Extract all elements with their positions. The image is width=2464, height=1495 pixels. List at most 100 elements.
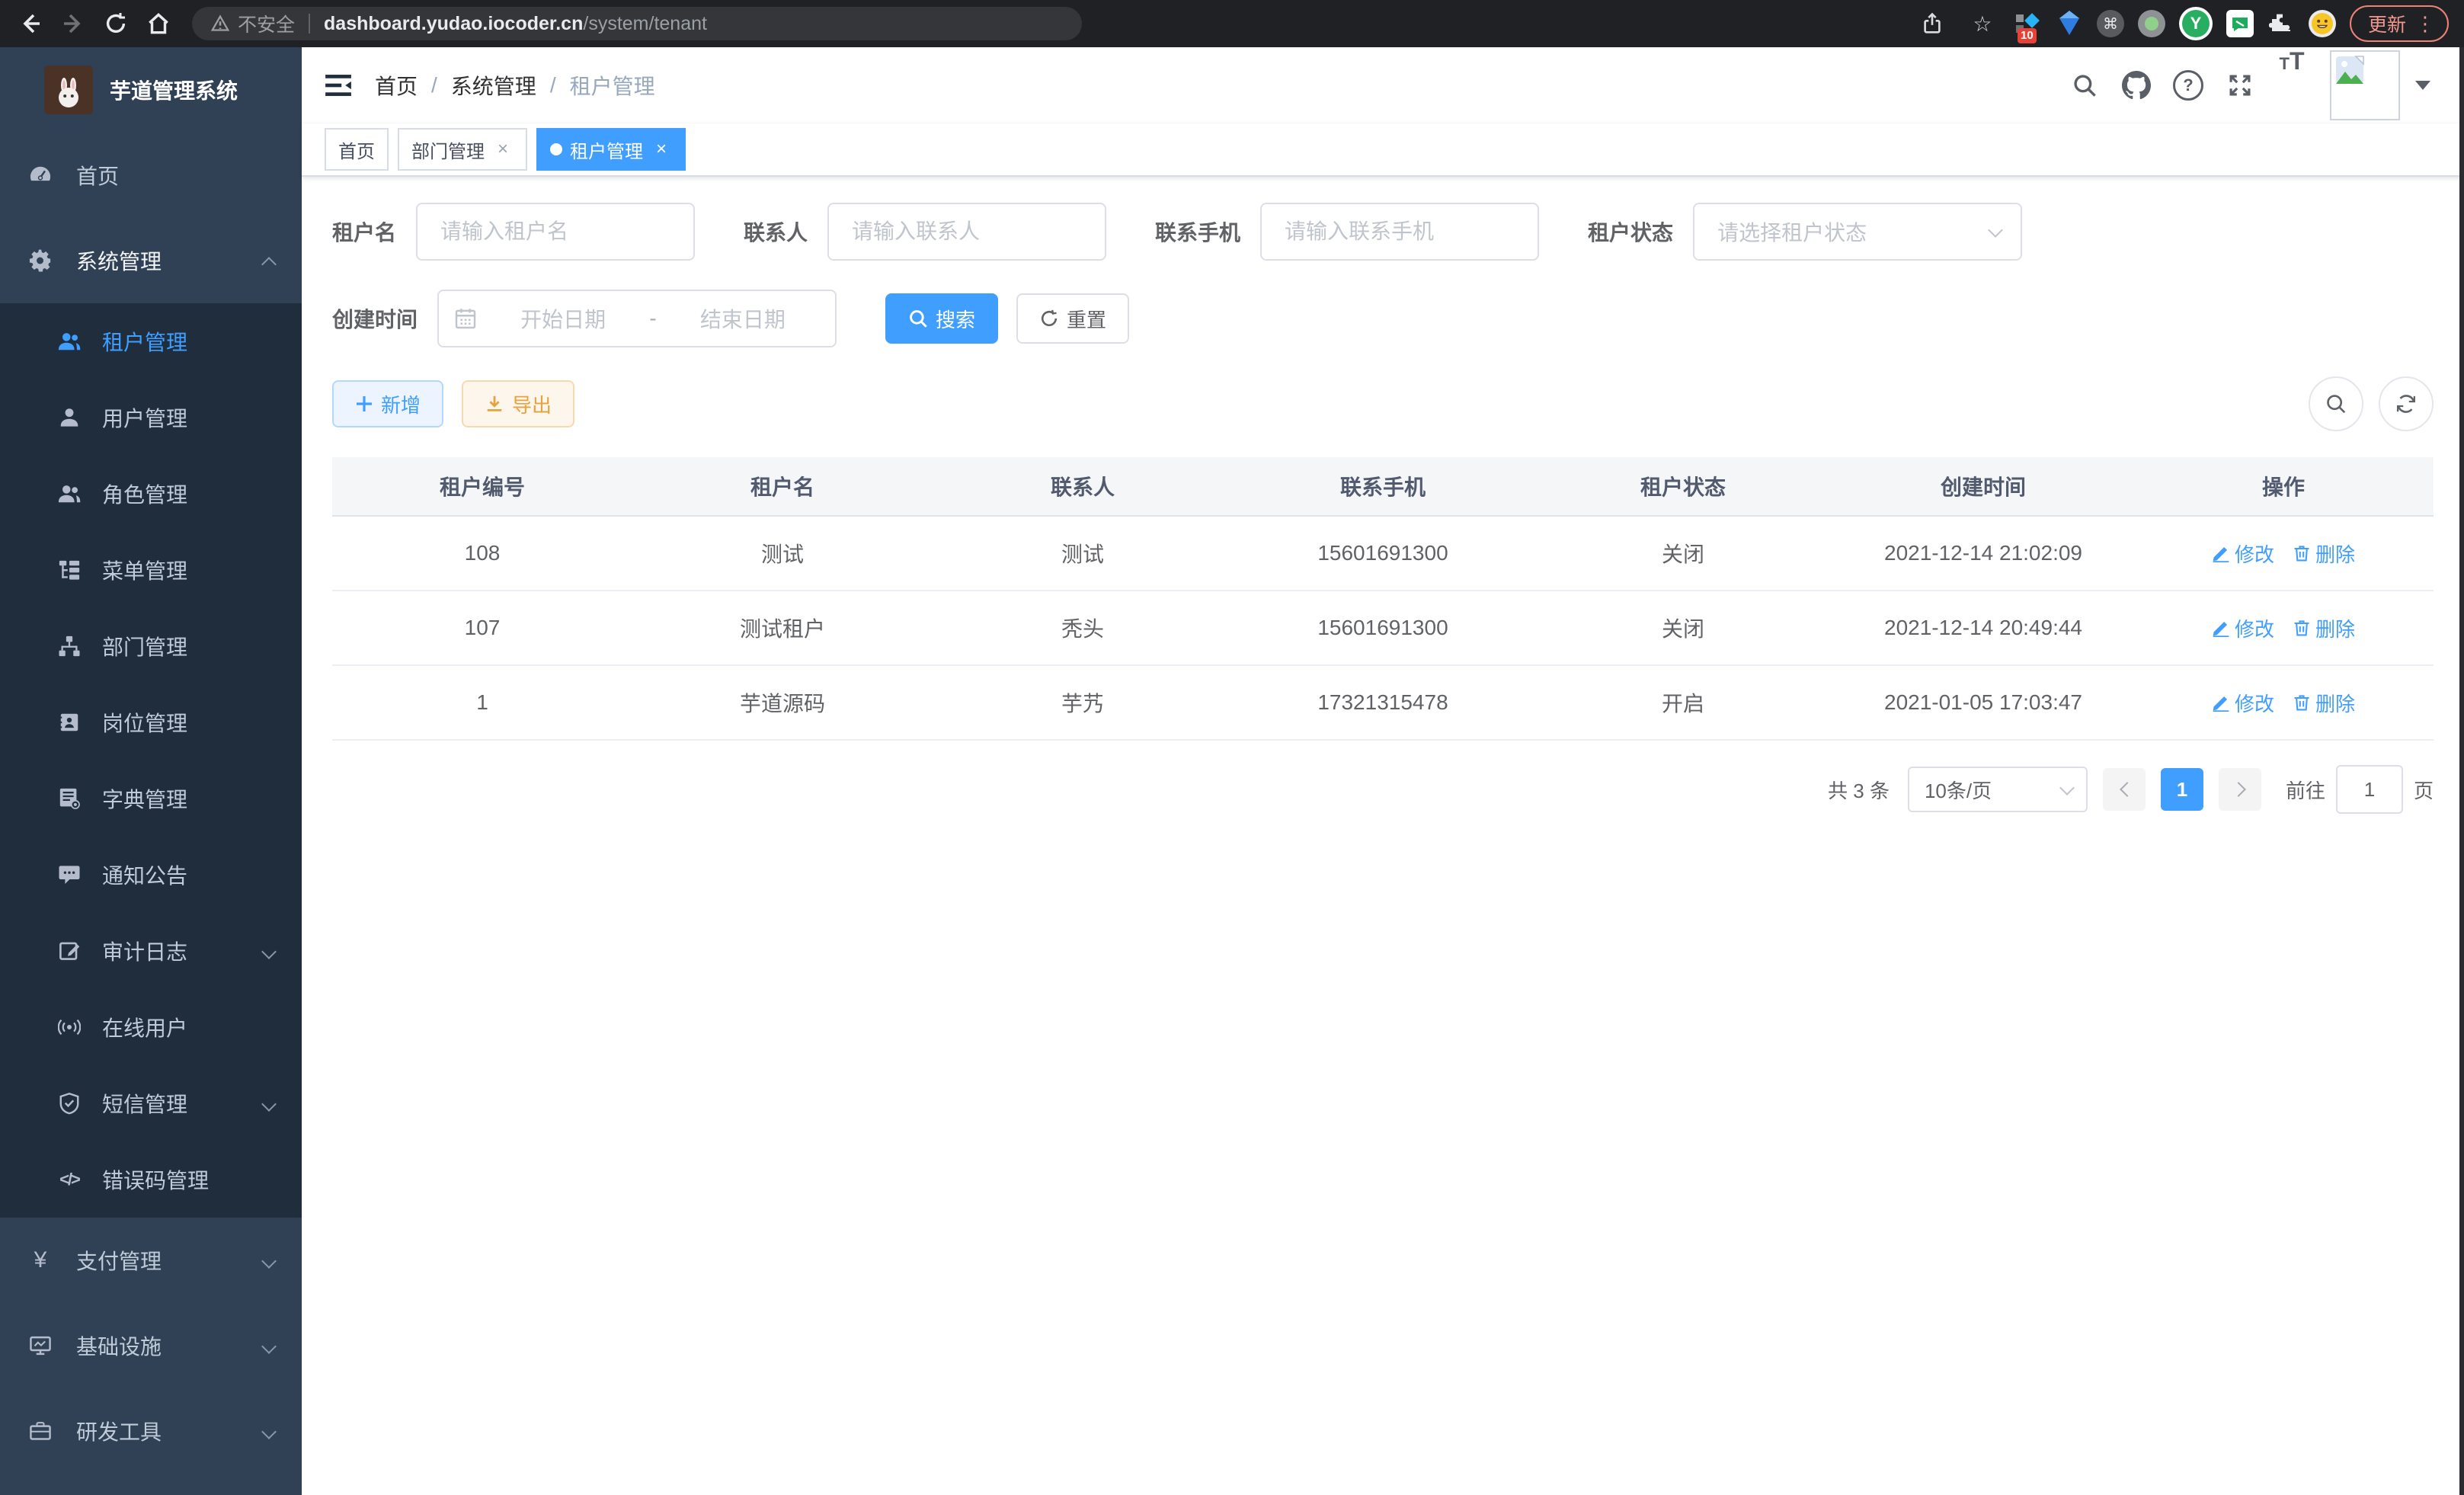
tab-dot bbox=[550, 143, 562, 155]
fullscreen-button[interactable] bbox=[2214, 47, 2266, 123]
sidebar-item-label: 审计日志 bbox=[102, 936, 262, 966]
breadcrumb-system[interactable]: 系统管理 bbox=[451, 70, 536, 101]
column-header: 租户状态 bbox=[1533, 457, 1833, 515]
kebab-menu-icon[interactable]: ⋮ bbox=[2415, 14, 2435, 34]
address-bar[interactable]: 不安全 dashboard.yudao.iocoder.cn/system/te… bbox=[192, 7, 1082, 40]
next-page-button[interactable] bbox=[2219, 768, 2261, 811]
extension-chat-icon[interactable] bbox=[2226, 10, 2254, 37]
add-button[interactable]: 新增 bbox=[332, 380, 443, 427]
sidebar-menu: 首页 系统管理 租户管理 bbox=[0, 133, 302, 1474]
edit-link[interactable]: 修改 bbox=[2212, 539, 2274, 568]
avatar-caret-icon[interactable] bbox=[2415, 81, 2430, 90]
sidebar-item-audit-log[interactable]: 审计日志 bbox=[0, 913, 302, 989]
field-label: 创建时间 bbox=[332, 303, 418, 334]
edit-link[interactable]: 修改 bbox=[2212, 689, 2274, 717]
sidebar-item-post[interactable]: 岗位管理 bbox=[0, 684, 302, 760]
delete-label: 删除 bbox=[2315, 689, 2355, 717]
tab-dept[interactable]: 部门管理 × bbox=[398, 128, 527, 171]
github-icon bbox=[2122, 71, 2151, 100]
browser-reload-button[interactable] bbox=[98, 5, 134, 42]
github-button[interactable] bbox=[2110, 47, 2162, 123]
share-button[interactable] bbox=[1914, 5, 1950, 42]
badge-icon bbox=[58, 711, 81, 734]
sidebar-fold-button[interactable] bbox=[323, 70, 354, 101]
date-range-picker[interactable]: 开始日期 - 结束日期 bbox=[437, 290, 837, 347]
sidebar-item-dict[interactable]: 字典管理 bbox=[0, 760, 302, 837]
delete-link[interactable]: 删除 bbox=[2293, 689, 2355, 717]
field-label: 联系人 bbox=[744, 216, 808, 247]
extensions-puzzle-button[interactable] bbox=[2267, 10, 2295, 37]
toggle-search-button[interactable] bbox=[2309, 376, 2363, 431]
prev-page-button[interactable] bbox=[2103, 768, 2146, 811]
mobile-input[interactable] bbox=[1262, 219, 1538, 244]
sidebar-item-notice[interactable]: 通知公告 bbox=[0, 837, 302, 913]
extension-dot-icon[interactable] bbox=[2138, 10, 2165, 37]
security-warning[interactable]: 不安全 bbox=[210, 10, 295, 37]
delete-link[interactable]: 删除 bbox=[2293, 539, 2355, 568]
reset-button[interactable]: 重置 bbox=[1016, 293, 1129, 344]
field-label: 联系手机 bbox=[1155, 216, 1240, 247]
browser-update-button[interactable]: 更新 ⋮ bbox=[2350, 5, 2449, 42]
bookmark-star-button[interactable]: ☆ bbox=[1964, 5, 2001, 42]
star-icon: ☆ bbox=[1973, 11, 1992, 37]
goto-page-input[interactable] bbox=[2336, 765, 2403, 814]
extension-gem-icon[interactable] bbox=[2056, 10, 2083, 37]
sidebar-item-devtools[interactable]: 研发工具 bbox=[0, 1388, 302, 1474]
dashboard-icon bbox=[29, 164, 52, 187]
dictionary-icon bbox=[58, 787, 81, 810]
extension-pixel-icon[interactable]: 10 bbox=[2014, 10, 2042, 37]
extension-yudao-icon[interactable]: Y bbox=[2179, 7, 2213, 40]
user-avatar[interactable] bbox=[2330, 50, 2400, 120]
header-search-button[interactable] bbox=[2059, 47, 2110, 123]
tab-tenant[interactable]: 租户管理 × bbox=[536, 128, 686, 171]
sidebar-item-sms[interactable]: 短信管理 bbox=[0, 1065, 302, 1141]
sidebar-item-tenant[interactable]: 租户管理 bbox=[0, 303, 302, 379]
sidebar-item-home[interactable]: 首页 bbox=[0, 133, 302, 218]
sidebar-item-error-code[interactable]: </> 错误码管理 bbox=[0, 1141, 302, 1218]
top-navbar: 首页 / 系统管理 / 租户管理 ? bbox=[302, 47, 2464, 123]
browser-forward-button[interactable] bbox=[55, 5, 91, 42]
forward-arrow-icon bbox=[61, 11, 85, 36]
delete-link[interactable]: 删除 bbox=[2293, 614, 2355, 642]
contact-input[interactable] bbox=[829, 219, 1105, 244]
breadcrumb-current: 租户管理 bbox=[570, 70, 655, 101]
help-button[interactable]: ? bbox=[2162, 47, 2214, 123]
search-button[interactable]: 搜索 bbox=[885, 293, 998, 344]
sidebar-item-online-user[interactable]: 在线用户 bbox=[0, 989, 302, 1065]
refresh-table-button[interactable] bbox=[2379, 376, 2434, 431]
sidebar-item-system[interactable]: 系统管理 bbox=[0, 218, 302, 303]
sidebar-item-dept[interactable]: 部门管理 bbox=[0, 608, 302, 684]
sidebar-item-menu[interactable]: 菜单管理 bbox=[0, 532, 302, 608]
tab-close-icon[interactable]: × bbox=[492, 139, 514, 160]
download-icon bbox=[485, 394, 504, 414]
search-icon bbox=[2072, 72, 2098, 98]
filter-status: 租户状态 请选择租户状态 bbox=[1588, 203, 2022, 261]
navbar-actions: ? TT bbox=[2059, 47, 2443, 123]
refresh-icon bbox=[2395, 392, 2418, 415]
tab-close-icon[interactable]: × bbox=[651, 139, 672, 160]
end-date-input[interactable]: 结束日期 bbox=[666, 303, 820, 334]
extension-command-icon[interactable]: ⌘ bbox=[2097, 10, 2124, 37]
page-size-select[interactable]: 10条/页 bbox=[1908, 767, 2088, 812]
tab-home[interactable]: 首页 bbox=[325, 128, 389, 171]
sidebar-logo[interactable]: 芋道管理系统 bbox=[0, 47, 302, 133]
export-button[interactable]: 导出 bbox=[462, 380, 574, 427]
font-size-button[interactable]: TT bbox=[2266, 47, 2318, 123]
tenant-name-input[interactable] bbox=[418, 219, 693, 244]
browser-back-button[interactable] bbox=[12, 5, 49, 42]
puzzle-icon bbox=[2269, 11, 2293, 36]
breadcrumb-home[interactable]: 首页 bbox=[375, 70, 418, 101]
sidebar-item-payment[interactable]: ¥ 支付管理 bbox=[0, 1218, 302, 1303]
profile-avatar-button[interactable] bbox=[2309, 10, 2336, 37]
toolbox-icon bbox=[29, 1420, 52, 1442]
page-size-value: 10条/页 bbox=[1925, 776, 1992, 804]
status-select[interactable]: 请选择租户状态 bbox=[1693, 203, 2022, 261]
start-date-input[interactable]: 开始日期 bbox=[486, 303, 640, 334]
current-page-button[interactable]: 1 bbox=[2161, 768, 2203, 811]
sidebar-item-role[interactable]: 角色管理 bbox=[0, 456, 302, 532]
org-chart-icon bbox=[58, 635, 81, 658]
sidebar-item-infra[interactable]: 基础设施 bbox=[0, 1303, 302, 1388]
sidebar-item-user[interactable]: 用户管理 bbox=[0, 379, 302, 456]
edit-link[interactable]: 修改 bbox=[2212, 614, 2274, 642]
browser-home-button[interactable] bbox=[140, 5, 177, 42]
